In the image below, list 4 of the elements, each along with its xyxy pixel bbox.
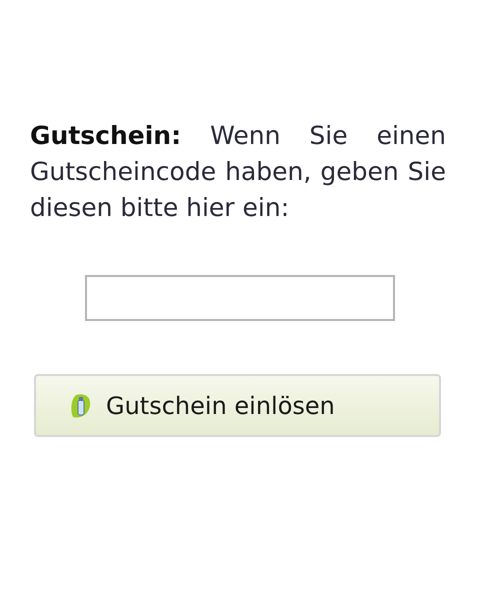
voucher-instructions: Gutschein: Wenn Sie einen Gutscheincode haben, geben Sie diesen bitte hier ein: — [30, 120, 446, 224]
bottle-icon — [70, 392, 92, 418]
voucher-code-field[interactable] — [85, 275, 395, 321]
redeem-voucher-button[interactable]: Gutschein einlösen — [34, 374, 441, 437]
